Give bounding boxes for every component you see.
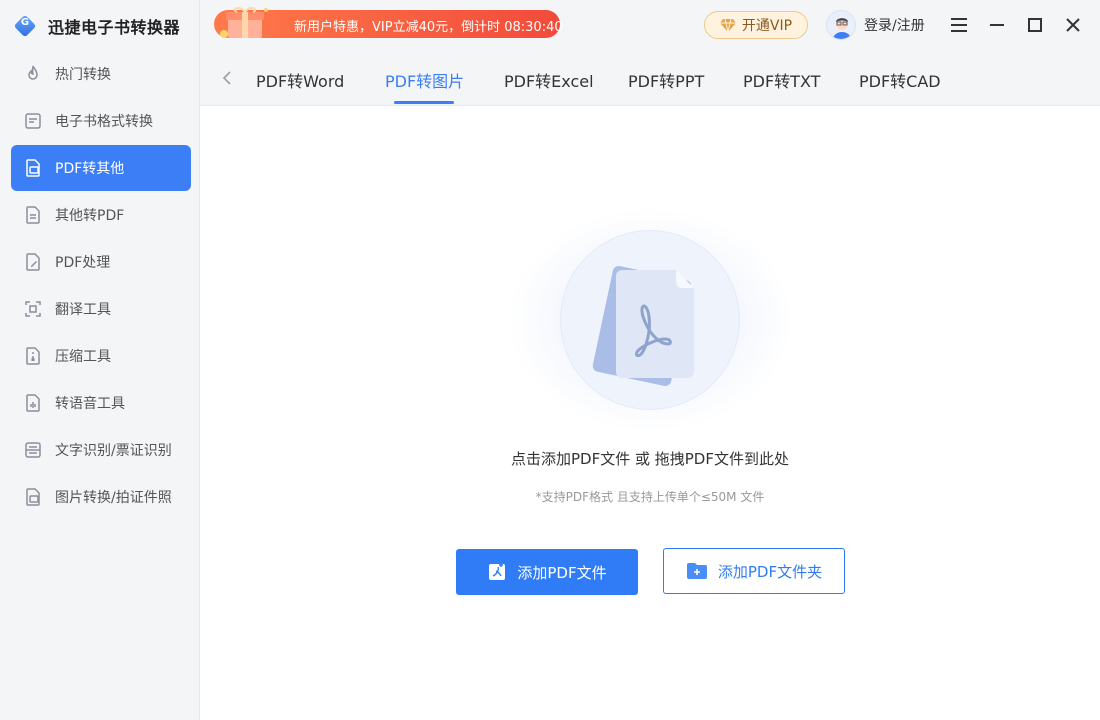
menu-icon [951, 18, 967, 32]
sidebar-item-compress[interactable]: 压缩工具 [11, 333, 191, 379]
add-pdf-file-label: 添加PDF文件 [517, 563, 607, 582]
add-pdf-file-button[interactable]: 添加PDF文件 [456, 549, 638, 595]
fire-icon [23, 64, 43, 84]
maximize-button[interactable] [1023, 13, 1047, 37]
pdf-convert-icon [23, 158, 43, 178]
sidebar-item-label: 图片转换/拍证件照 [55, 490, 172, 506]
ebook-icon [23, 111, 43, 131]
sidebar-item-ebook[interactable]: 电子书格式转换 [11, 98, 191, 144]
add-pdf-folder-label: 添加PDF文件夹 [717, 562, 823, 581]
active-tab-indicator [394, 101, 454, 104]
vip-button[interactable]: 开通VIP [704, 11, 808, 39]
tab-scroll-left-button[interactable] [218, 68, 238, 88]
top-bar: 新用户特惠，VIP立减40元，倒计时 08:30:40 开通VIP 登录/注册 [200, 0, 1100, 52]
translate-icon [23, 299, 43, 319]
app-window: G 迅捷电子书转换器 热门转换 电子书格式转换 PDF转其他 其他转PDF PD… [0, 0, 1100, 720]
promo-text: 新用户特惠，VIP立减40元，倒计时 08:30:40 [294, 20, 563, 35]
gift-icon [220, 6, 268, 38]
add-folder-icon [686, 562, 708, 580]
tab-bar: PDF转Word PDF转图片 PDF转Excel PDF转PPT PDF转TX… [200, 52, 1100, 106]
tab-pdf-to-cad[interactable]: PDF转CAD [859, 68, 941, 92]
sidebar-item-ocr[interactable]: 文字识别/票证识别 [11, 427, 191, 473]
ocr-icon [23, 440, 43, 460]
sidebar-nav: 热门转换 电子书格式转换 PDF转其他 其他转PDF PDF处理 翻译工具 压缩… [11, 51, 191, 521]
sidebar: G 迅捷电子书转换器 热门转换 电子书格式转换 PDF转其他 其他转PDF PD… [0, 0, 200, 720]
app-logo-icon: G [13, 14, 37, 38]
close-icon [1066, 18, 1080, 32]
sidebar-item-voice[interactable]: 转语音工具 [11, 380, 191, 426]
tab-pdf-to-txt[interactable]: PDF转TXT [743, 68, 820, 92]
minimize-icon [990, 24, 1004, 26]
avatar [826, 10, 856, 40]
to-pdf-icon [23, 205, 43, 225]
tab-pdf-to-excel[interactable]: PDF转Excel [504, 68, 594, 92]
sidebar-item-other-to-pdf[interactable]: 其他转PDF [11, 192, 191, 238]
minimize-button[interactable] [985, 13, 1009, 37]
sidebar-item-label: PDF处理 [55, 255, 111, 271]
sidebar-item-label: 转语音工具 [55, 396, 125, 412]
vip-label: 开通VIP [741, 18, 793, 34]
format-hint: *支持PDF格式 且支持上传单个≤50M 文件 [535, 490, 765, 504]
sidebar-item-pdf-to-other[interactable]: PDF转其他 [11, 145, 191, 191]
maximize-icon [1028, 18, 1042, 32]
diamond-icon [719, 18, 736, 32]
sidebar-item-label: PDF转其他 [55, 161, 125, 177]
sidebar-item-translate[interactable]: 翻译工具 [11, 286, 191, 332]
sidebar-item-label: 热门转换 [55, 67, 111, 83]
tab-pdf-to-image[interactable]: PDF转图片 [385, 68, 464, 92]
add-file-icon [487, 562, 507, 582]
compress-icon [23, 346, 43, 366]
tab-pdf-to-word[interactable]: PDF转Word [256, 68, 344, 92]
promo-banner[interactable]: 新用户特惠，VIP立减40元，倒计时 08:30:40 [214, 6, 563, 38]
sidebar-item-label: 压缩工具 [55, 349, 111, 365]
sidebar-item-label: 翻译工具 [55, 302, 111, 318]
sidebar-item-hot[interactable]: 热门转换 [11, 51, 191, 97]
menu-button[interactable] [947, 13, 971, 37]
voice-icon [23, 393, 43, 413]
drop-hint: 点击添加PDF文件 或 拖拽PDF文件到此处 [511, 450, 789, 468]
brand: G 迅捷电子书转换器 [13, 12, 181, 40]
sidebar-item-pdf-process[interactable]: PDF处理 [11, 239, 191, 285]
user-avatar-icon [832, 18, 852, 39]
upload-illustration [510, 210, 790, 430]
sidebar-item-label: 其他转PDF [55, 208, 125, 224]
drop-zone[interactable]: 点击添加PDF文件 或 拖拽PDF文件到此处 *支持PDF格式 且支持上传单个≤… [200, 106, 1100, 720]
tab-pdf-to-ppt[interactable]: PDF转PPT [628, 68, 704, 92]
chevron-left-icon [222, 71, 231, 85]
login-button[interactable]: 登录/注册 [826, 10, 925, 40]
login-label: 登录/注册 [864, 18, 925, 34]
sidebar-item-image[interactable]: 图片转换/拍证件照 [11, 474, 191, 520]
image-icon [23, 487, 43, 507]
app-title: 迅捷电子书转换器 [48, 18, 181, 37]
sidebar-item-label: 电子书格式转换 [55, 114, 153, 130]
sidebar-item-label: 文字识别/票证识别 [55, 443, 172, 459]
close-button[interactable] [1061, 13, 1085, 37]
pdf-edit-icon [23, 252, 43, 272]
add-pdf-folder-button[interactable]: 添加PDF文件夹 [663, 548, 845, 594]
pdf-document-icon [592, 265, 694, 387]
